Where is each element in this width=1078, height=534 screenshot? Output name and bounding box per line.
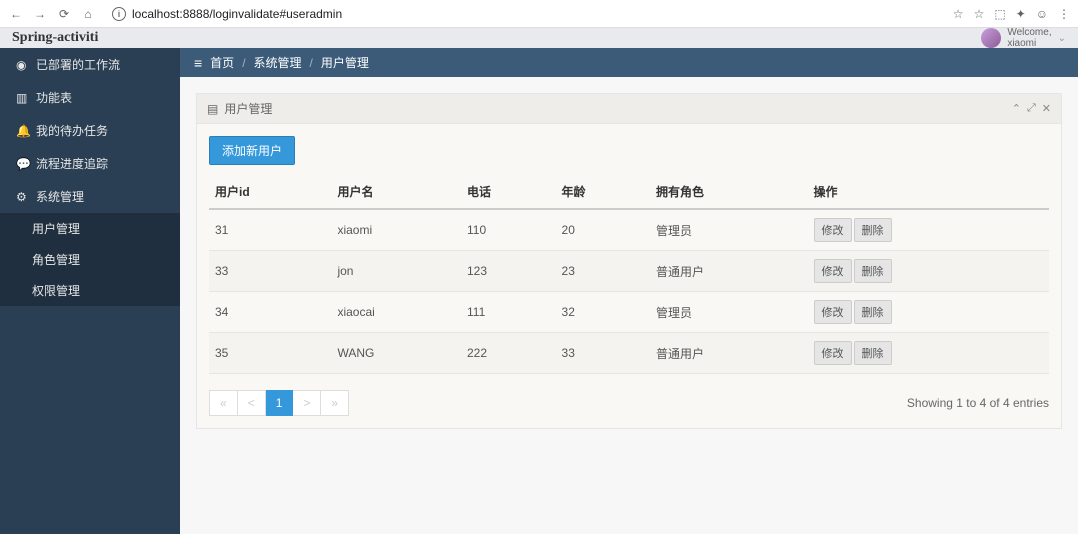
user-management-panel: ▤ 用户管理 ⌃ ⤢ ✕ 添加新用户 用户id用户名电话年龄拥有角色操作 31x… [196, 93, 1062, 429]
site-info-icon[interactable]: i [112, 7, 126, 21]
column-header: 年龄 [556, 175, 651, 209]
bookmark-icon[interactable]: ☆ [953, 7, 964, 21]
sidebar-item-3[interactable]: 💬 流程进度追踪 [0, 147, 180, 180]
url-bar[interactable]: i localhost:8888/loginvalidate#useradmin [104, 5, 945, 23]
breadcrumb-system[interactable]: 系统管理 [254, 54, 302, 71]
expand-icon[interactable]: ⤢ [1027, 102, 1036, 115]
reload-icon[interactable]: ⟳ [56, 6, 72, 22]
delete-button[interactable]: 删除 [854, 259, 892, 283]
page-1[interactable]: 1 [266, 390, 294, 416]
table-row: 33jon12323普通用户修改删除 [209, 251, 1049, 292]
sidebar-item-4[interactable]: ⚙ 系统管理 [0, 180, 180, 213]
page-first[interactable]: « [209, 390, 238, 416]
extensions-icon[interactable]: ✦ [1016, 7, 1026, 21]
delete-button[interactable]: 删除 [854, 218, 892, 242]
cell-age: 32 [556, 292, 651, 333]
user-table: 用户id用户名电话年龄拥有角色操作 31xiaomi11020管理员修改删除33… [209, 175, 1049, 374]
cell-phone: 110 [461, 209, 556, 251]
table-row: 35WANG22233普通用户修改删除 [209, 333, 1049, 374]
edit-button[interactable]: 修改 [814, 218, 852, 242]
content-area: ≡ 首页 / 系统管理 / 用户管理 ▤ 用户管理 ⌃ ⤢ ✕ [180, 48, 1078, 534]
cell-phone: 222 [461, 333, 556, 374]
page-prev[interactable]: < [238, 390, 266, 416]
edit-button[interactable]: 修改 [814, 300, 852, 324]
sidebar-item-2[interactable]: 🔔 我的待办任务 [0, 114, 180, 147]
menu-icon[interactable]: ⋮ [1058, 7, 1070, 21]
sidebar-item-label: 系统管理 [36, 188, 84, 205]
sidebar-item-label: 流程进度追踪 [36, 155, 108, 172]
edit-button[interactable]: 修改 [814, 341, 852, 365]
cell-role: 普通用户 [650, 333, 808, 374]
cell-phone: 111 [461, 292, 556, 333]
collapse-icon[interactable]: ⌃ [1012, 102, 1021, 115]
cell-age: 33 [556, 333, 651, 374]
pagination: « < 1 > » [209, 390, 349, 416]
delete-button[interactable]: 删除 [854, 300, 892, 324]
cell-role: 管理员 [650, 292, 808, 333]
sidebar-item-label: 我的待办任务 [36, 122, 108, 139]
cell-age: 20 [556, 209, 651, 251]
sidebar-item-label: 功能表 [36, 89, 72, 106]
column-header: 拥有角色 [650, 175, 808, 209]
cell-phone: 123 [461, 251, 556, 292]
cell-age: 23 [556, 251, 651, 292]
page-next[interactable]: > [293, 390, 321, 416]
comment-icon: 💬 [16, 157, 28, 171]
sidebar-item-label: 已部署的工作流 [36, 56, 120, 73]
cell-id: 35 [209, 333, 331, 374]
cell-name: xiaomi [331, 209, 461, 251]
gear-icon: ⚙ [16, 190, 28, 204]
user-menu[interactable]: Welcome, xiaomi ⌄ [981, 27, 1066, 49]
chart-icon: ▥ [16, 91, 28, 105]
sidebar-item-1[interactable]: ▥ 功能表 [0, 81, 180, 114]
page-last[interactable]: » [321, 390, 349, 416]
hamburger-icon[interactable]: ≡ [194, 55, 202, 71]
column-header: 电话 [461, 175, 556, 209]
table-row: 34xiaocai11132管理员修改删除 [209, 292, 1049, 333]
panel-title: 用户管理 [224, 100, 272, 117]
welcome-text: Welcome, [1007, 27, 1051, 38]
showing-text: Showing 1 to 4 of 4 entries [907, 396, 1049, 410]
browser-toolbar: ← → ⟳ ⌂ i localhost:8888/loginvalidate#u… [0, 0, 1078, 28]
sidebar-subitem-2[interactable]: 权限管理 [0, 275, 180, 306]
translate-icon[interactable]: ⬚ [994, 7, 1005, 21]
forward-icon[interactable]: → [32, 6, 48, 22]
sidebar-subitem-1[interactable]: 角色管理 [0, 244, 180, 275]
breadcrumb-home[interactable]: 首页 [210, 54, 234, 71]
profile-icon[interactable]: ☺ [1036, 7, 1048, 21]
column-header: 用户id [209, 175, 331, 209]
delete-button[interactable]: 删除 [854, 341, 892, 365]
app-header: Spring-activiti Welcome, xiaomi ⌄ [0, 28, 1078, 48]
cell-id: 31 [209, 209, 331, 251]
cell-name: WANG [331, 333, 461, 374]
back-icon[interactable]: ← [8, 6, 24, 22]
sidebar-item-0[interactable]: ◉ 已部署的工作流 [0, 48, 180, 81]
breadcrumb-current: 用户管理 [321, 54, 369, 71]
dashboard-icon: ◉ [16, 58, 28, 72]
panel-icon: ▤ [207, 102, 218, 116]
sidebar-subitem-0[interactable]: 用户管理 [0, 213, 180, 244]
cell-role: 普通用户 [650, 251, 808, 292]
home-icon[interactable]: ⌂ [80, 6, 96, 22]
sidebar: ◉ 已部署的工作流 ▥ 功能表 🔔 我的待办任务 💬 流程进度追踪 ⚙ 系统管理用户管理角色管理权… [0, 48, 180, 534]
bell-icon: 🔔 [16, 124, 28, 138]
avatar [981, 28, 1001, 48]
app-brand: Spring-activiti [12, 30, 98, 46]
breadcrumb: ≡ 首页 / 系统管理 / 用户管理 [180, 48, 1078, 77]
add-user-button[interactable]: 添加新用户 [209, 136, 295, 165]
table-row: 31xiaomi11020管理员修改删除 [209, 209, 1049, 251]
star-icon[interactable]: ☆ [974, 7, 985, 21]
cell-role: 管理员 [650, 209, 808, 251]
cell-id: 33 [209, 251, 331, 292]
column-header: 操作 [808, 175, 1049, 209]
close-icon[interactable]: ✕ [1042, 102, 1051, 115]
chevron-down-icon[interactable]: ⌄ [1058, 33, 1066, 44]
cell-id: 34 [209, 292, 331, 333]
cell-name: jon [331, 251, 461, 292]
url-text: localhost:8888/loginvalidate#useradmin [132, 7, 342, 21]
column-header: 用户名 [331, 175, 461, 209]
edit-button[interactable]: 修改 [814, 259, 852, 283]
cell-name: xiaocai [331, 292, 461, 333]
